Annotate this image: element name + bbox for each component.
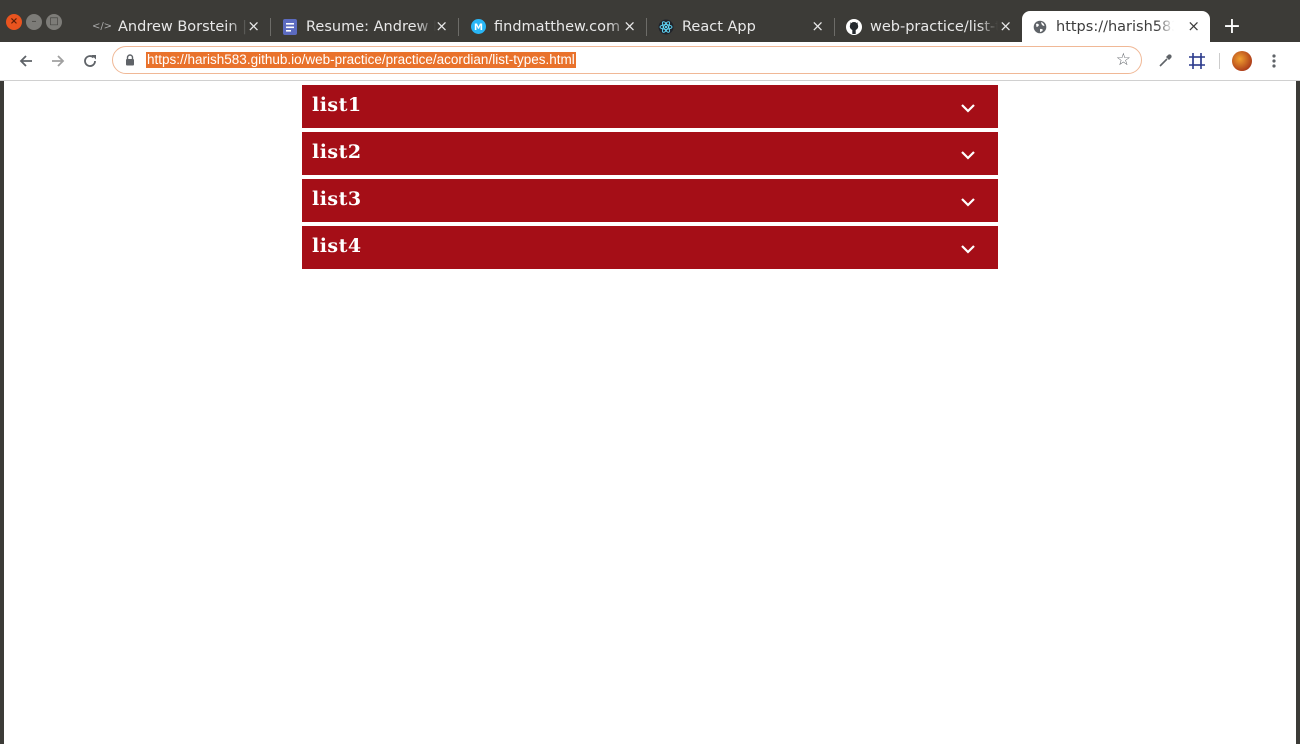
eyedropper-icon[interactable]	[1154, 50, 1176, 72]
chevron-down-icon	[961, 151, 975, 160]
grid-frame-icon[interactable]	[1186, 50, 1208, 72]
m-logo-icon: M	[470, 19, 486, 35]
window-maximize-icon[interactable]: □	[46, 14, 62, 30]
chevron-down-icon	[961, 104, 975, 113]
address-bar[interactable]: https://harish583.github.io/web-practice…	[112, 46, 1142, 74]
chevron-down-icon	[961, 198, 975, 207]
back-arrow-icon[interactable]	[14, 49, 38, 73]
tab-separator	[270, 18, 271, 36]
accordion-item-list1[interactable]: list1	[302, 85, 998, 128]
tab-close-icon[interactable]: ×	[247, 17, 260, 35]
url-text[interactable]: https://harish583.github.io/web-practice…	[146, 52, 576, 68]
tab-strip: × – □ </> Andrew Borstein | × Resume: An…	[0, 8, 1300, 42]
tab-close-icon[interactable]: ×	[435, 17, 448, 35]
page-content: list1 list2 list3 list4	[4, 81, 1296, 744]
lock-icon	[126, 54, 134, 66]
toolbar-divider	[1219, 53, 1220, 69]
menu-kebab-icon[interactable]	[1263, 50, 1285, 72]
accordion-item-label: list3	[312, 188, 362, 210]
google-docs-icon	[282, 18, 298, 35]
accordion-item-list4[interactable]: list4	[302, 226, 998, 269]
new-tab-button[interactable]: +	[1222, 14, 1242, 39]
tab-resume[interactable]: Resume: Andrew B ×	[272, 11, 459, 42]
forward-arrow-icon[interactable]	[46, 49, 70, 73]
window-close-icon[interactable]: ×	[6, 14, 22, 30]
github-icon	[846, 18, 862, 35]
accordion-item-label: list1	[312, 94, 362, 116]
code-brackets-icon: </>	[91, 21, 113, 32]
accordion-item-label: list4	[312, 235, 362, 257]
browser-window: × – □ </> Andrew Borstein | × Resume: An…	[0, 0, 1300, 744]
tab-github[interactable]: web-practice/list-t ×	[836, 11, 1022, 42]
svg-text:M: M	[474, 23, 483, 33]
globe-icon	[1032, 19, 1048, 35]
profile-avatar[interactable]	[1232, 51, 1252, 71]
tab-react-app[interactable]: React App ×	[648, 11, 835, 42]
tab-separator	[458, 18, 459, 36]
tab-findmatthew[interactable]: M findmatthew.com ×	[460, 11, 647, 42]
accordion: list1 list2 list3 list4	[302, 85, 998, 273]
accordion-item-list2[interactable]: list2	[302, 132, 998, 175]
accordion-item-list3[interactable]: list3	[302, 179, 998, 222]
react-icon	[658, 19, 674, 35]
tab-close-icon[interactable]: ×	[999, 17, 1012, 35]
window-controls: × – □	[6, 14, 62, 30]
chevron-down-icon	[961, 245, 975, 254]
tab-harish583-active[interactable]: https://harish583. ×	[1022, 11, 1210, 42]
tab-separator	[646, 18, 647, 36]
browser-toolbar: https://harish583.github.io/web-practice…	[0, 42, 1300, 81]
bookmark-star-icon[interactable]: ☆	[1116, 50, 1131, 70]
tab-close-icon[interactable]: ×	[1187, 17, 1200, 35]
tab-separator	[834, 18, 835, 36]
window-minimize-icon[interactable]: –	[26, 14, 42, 30]
tab-close-icon[interactable]: ×	[811, 17, 824, 35]
accordion-item-label: list2	[312, 141, 362, 163]
tab-andrew-borstein[interactable]: </> Andrew Borstein | ×	[84, 11, 271, 42]
reload-icon[interactable]	[78, 49, 102, 73]
tab-close-icon[interactable]: ×	[623, 17, 636, 35]
